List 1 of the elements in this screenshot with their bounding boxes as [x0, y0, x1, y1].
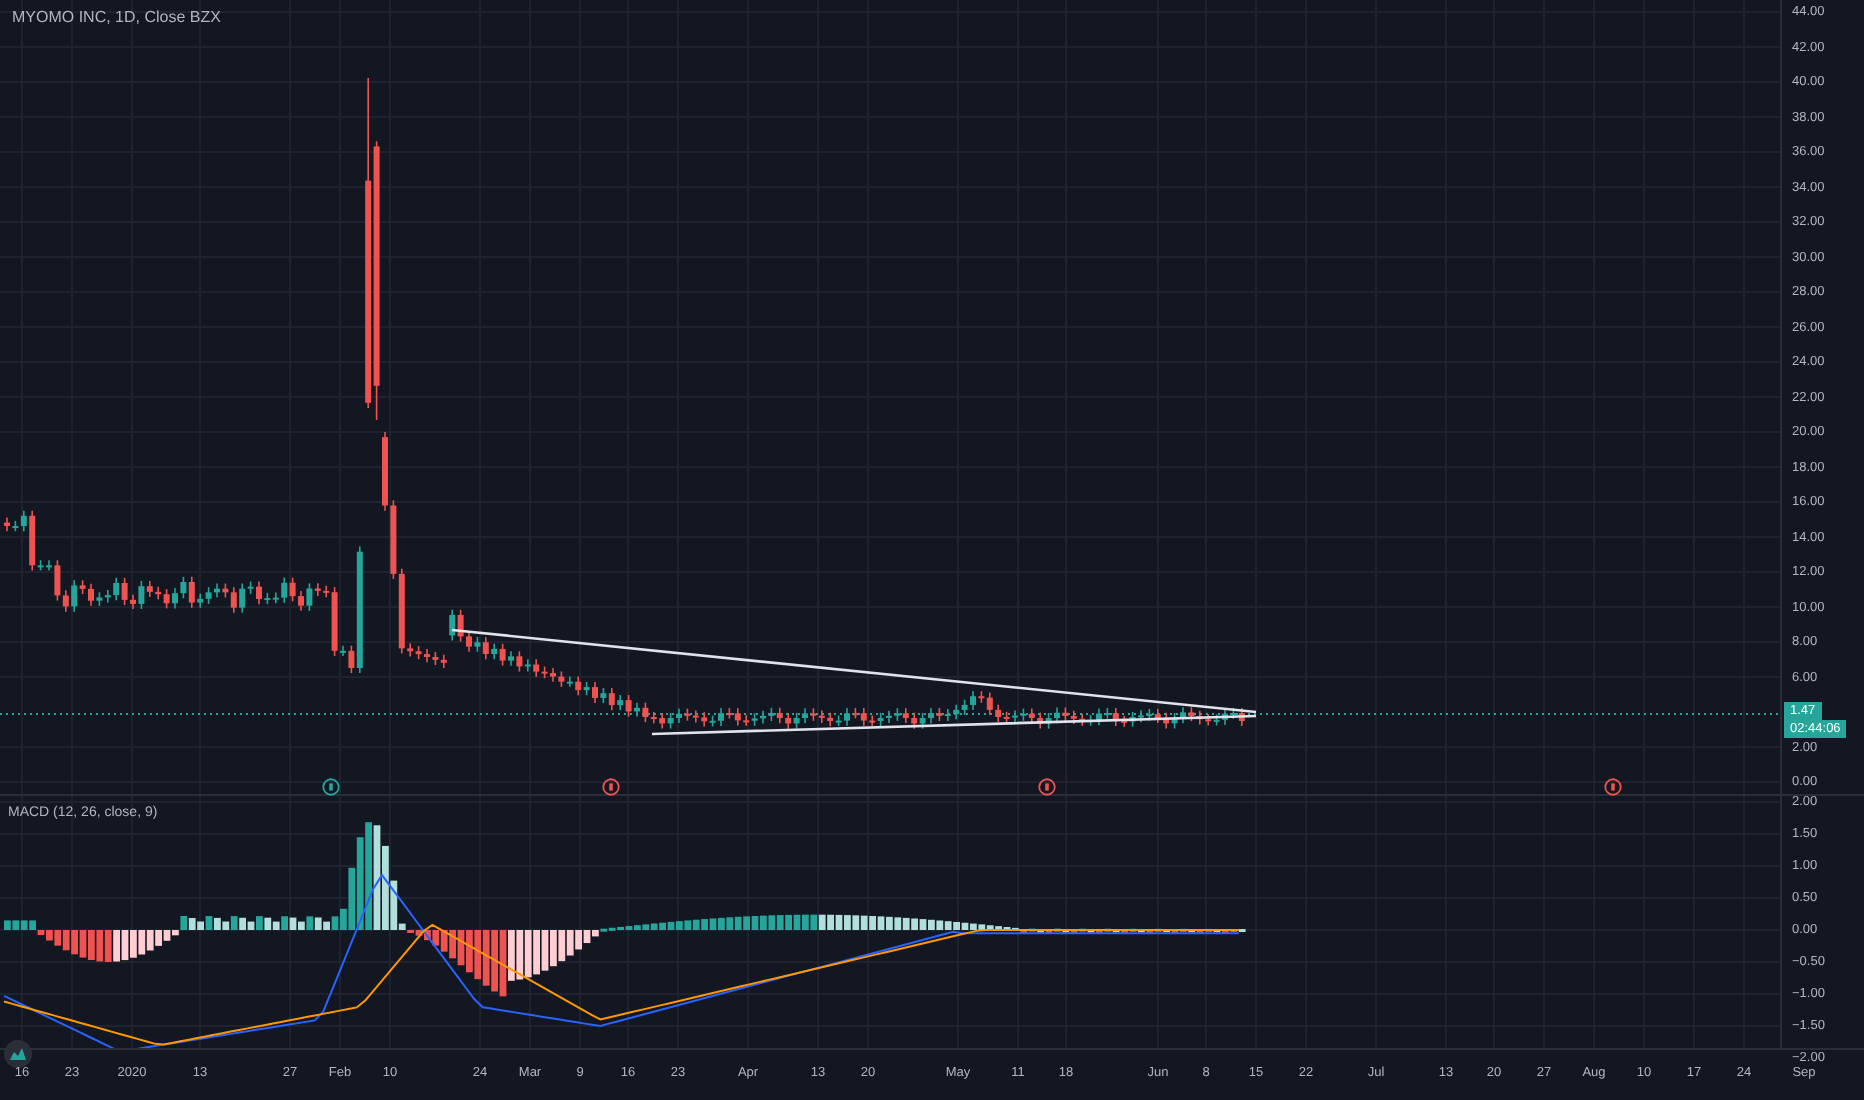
chart-title: MYOMO INC, 1D, Close BZX: [12, 8, 221, 26]
